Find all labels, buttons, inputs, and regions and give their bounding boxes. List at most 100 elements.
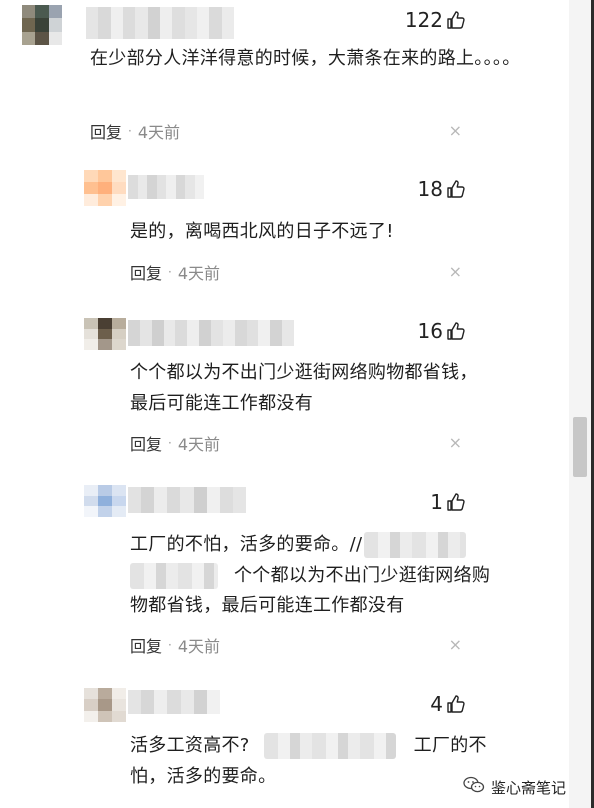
avatar-pixel xyxy=(98,506,112,517)
comment-text-line-1: 个个都以为不出门少逛街网络购物都省钱， xyxy=(130,362,478,383)
username-blurred[interactable] xyxy=(128,175,204,199)
username-pixel xyxy=(211,320,223,346)
watermark: 鉴心斋笔记 xyxy=(463,776,566,798)
avatar-pixel xyxy=(112,182,126,194)
avatar-pixel xyxy=(35,18,49,32)
avatar[interactable] xyxy=(84,485,126,517)
meta-separator: · xyxy=(168,265,172,279)
avatar-pixel xyxy=(84,710,98,722)
avatar[interactable] xyxy=(84,688,126,722)
avatar-pixel xyxy=(98,182,112,194)
close-icon[interactable]: × xyxy=(449,431,462,455)
comment-text: 活多工资高不? xyxy=(130,735,250,756)
thumbs-up-icon xyxy=(446,694,466,714)
like-count: 4 xyxy=(430,692,443,716)
meta-separator: · xyxy=(128,124,132,138)
quoted-text: 工厂的不 xyxy=(413,735,487,756)
username-blurred[interactable] xyxy=(128,320,295,346)
reply-button[interactable]: 回复 xyxy=(130,633,162,657)
comment-meta: 回复 · 4天前 xyxy=(130,260,220,284)
like-button[interactable]: 122 xyxy=(405,6,466,34)
mention-blurred[interactable] xyxy=(263,733,396,759)
reply-button[interactable]: 回复 xyxy=(90,119,122,143)
avatar-pixel xyxy=(84,485,98,496)
meta-separator: · xyxy=(168,638,172,652)
avatar[interactable] xyxy=(84,170,126,206)
like-button[interactable]: 4 xyxy=(430,690,466,718)
watermark-text: 鉴心斋笔记 xyxy=(490,778,566,797)
meta-separator: · xyxy=(168,436,172,450)
avatar-pixel xyxy=(98,339,112,350)
username-pixel xyxy=(206,487,220,513)
avatar[interactable] xyxy=(84,318,126,350)
avatar-pixel xyxy=(84,170,98,182)
avatar-pixel xyxy=(112,339,126,350)
avatar-pixel xyxy=(48,5,62,19)
username-pixel xyxy=(270,320,283,346)
username-blurred[interactable] xyxy=(128,487,246,513)
comment-text: 是的，离喝西北风的日子不远了! xyxy=(130,221,394,242)
avatar-pixel xyxy=(84,194,98,206)
avatar-pixel xyxy=(112,328,126,340)
username-pixel xyxy=(172,7,185,39)
comment-text-line-2: 最后可能连工作都没有 xyxy=(130,393,313,414)
username-pixel xyxy=(234,320,247,346)
avatar-pixel xyxy=(22,31,36,45)
avatar-pixel xyxy=(35,5,49,19)
like-button[interactable]: 18 xyxy=(418,175,466,203)
username-pixel xyxy=(122,7,136,39)
username-pixel xyxy=(196,7,210,39)
avatar-pixel xyxy=(112,495,126,507)
comment-meta: 回复 · 4天前 xyxy=(90,119,180,143)
reply-button[interactable]: 回复 xyxy=(130,260,162,284)
avatar-pixel xyxy=(48,18,62,32)
username-pixel xyxy=(139,320,152,346)
username-pixel xyxy=(222,320,235,346)
username-pixel xyxy=(180,487,194,513)
username-pixel xyxy=(110,7,123,39)
username-pixel xyxy=(141,690,155,714)
username-pixel xyxy=(185,175,195,199)
username-pixel xyxy=(167,487,181,513)
timestamp: 4天前 xyxy=(177,264,221,283)
comment-list-page: 122 在少部分人洋洋得意的时候，大萧条在来的路上。。。。 回复 · 4天前 ×… xyxy=(0,0,594,808)
timestamp: 4天前 xyxy=(177,637,221,656)
avatar-pixel xyxy=(112,710,126,722)
username-blurred[interactable] xyxy=(86,7,234,39)
avatar-pixel xyxy=(84,328,98,340)
username-pixel xyxy=(128,487,142,513)
username-pixel xyxy=(147,7,160,39)
username-pixel xyxy=(193,487,207,513)
close-icon[interactable]: × xyxy=(449,633,462,657)
like-button[interactable]: 16 xyxy=(418,317,466,345)
thumbs-up-icon xyxy=(446,492,466,512)
mention-blurred[interactable] xyxy=(364,532,467,558)
username-pixel xyxy=(137,175,147,199)
username-pixel xyxy=(167,690,181,714)
username-pixel xyxy=(86,7,99,39)
avatar-pixel xyxy=(22,18,36,32)
username-pixel xyxy=(163,320,176,346)
avatar-pixel xyxy=(84,182,98,194)
username-pixel xyxy=(159,7,173,39)
username-pixel xyxy=(180,690,194,714)
avatar-pixel xyxy=(84,506,98,517)
like-button[interactable]: 1 xyxy=(430,488,466,516)
close-icon[interactable]: × xyxy=(449,119,462,143)
close-icon[interactable]: × xyxy=(449,260,462,284)
like-count: 122 xyxy=(404,8,443,32)
timestamp: 4天前 xyxy=(177,435,221,454)
avatar-pixel xyxy=(98,495,112,507)
avatar[interactable] xyxy=(22,5,62,45)
avatar-pixel xyxy=(48,31,62,45)
avatar-pixel xyxy=(112,318,126,329)
reply-button[interactable]: 回复 xyxy=(130,431,162,455)
username-pixel xyxy=(246,320,259,346)
mention-blurred[interactable] xyxy=(130,563,218,589)
username-pixel xyxy=(232,487,246,513)
scrollbar-track[interactable] xyxy=(569,0,591,808)
scrollbar-thumb[interactable] xyxy=(573,417,587,477)
username-pixel xyxy=(193,690,207,714)
username-blurred[interactable] xyxy=(128,690,220,714)
avatar-pixel xyxy=(98,485,112,496)
